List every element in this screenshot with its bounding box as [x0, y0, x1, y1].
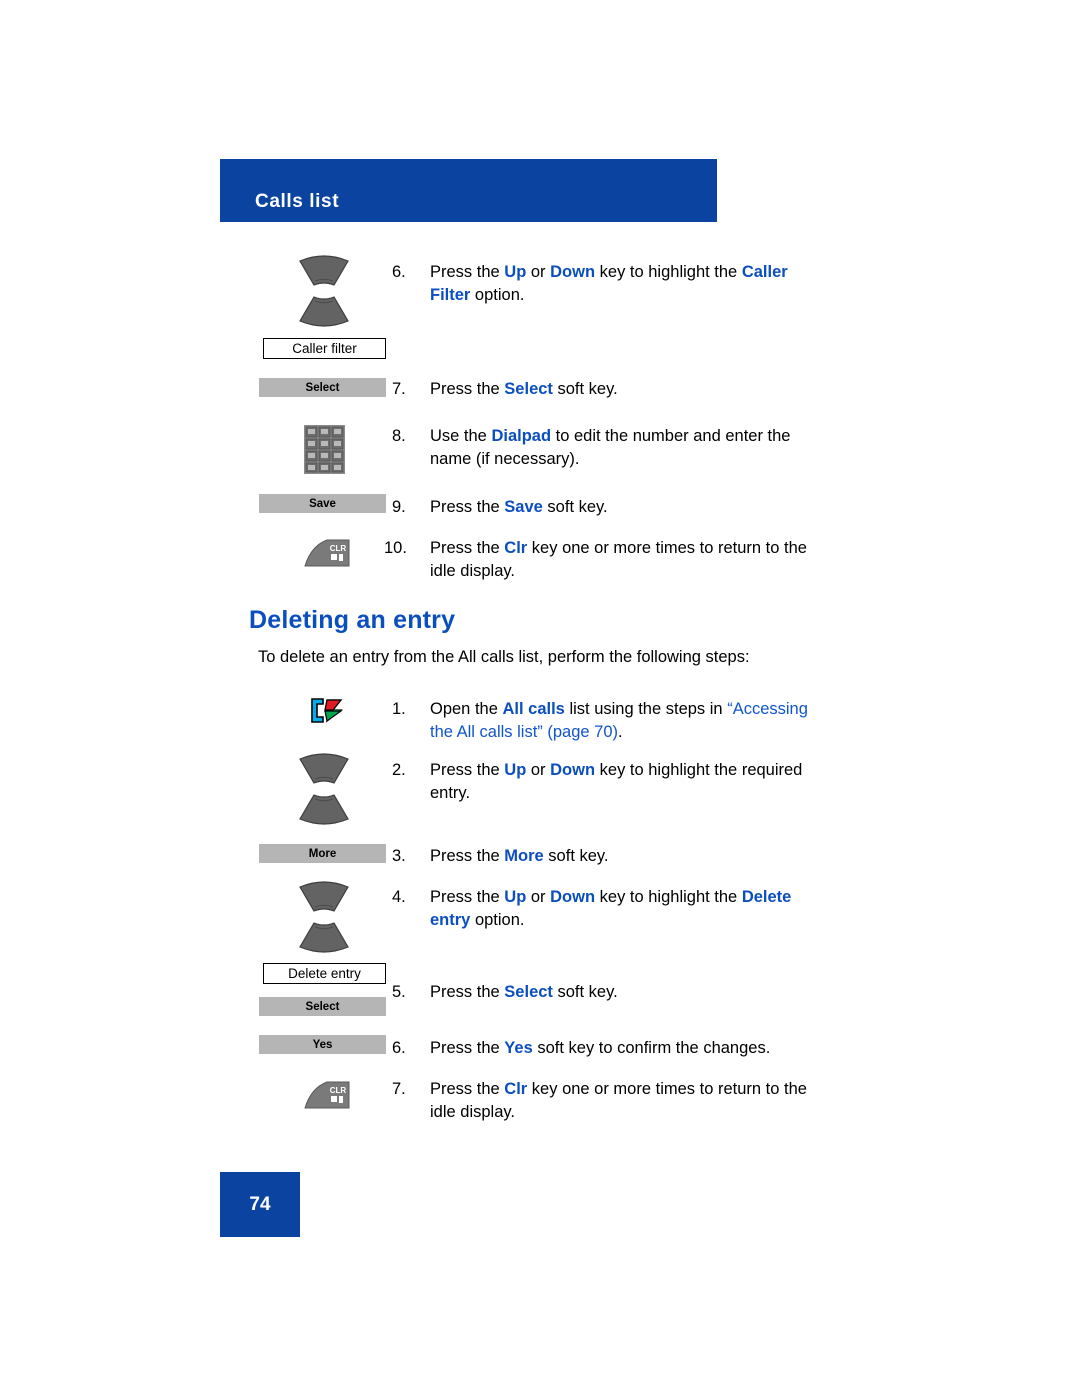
step-row: 6. Press the Yes soft key to confirm the… — [384, 1037, 834, 1060]
step-number: 4. — [392, 888, 406, 906]
step-text: Press the Up or Down key to highlight th… — [430, 888, 792, 929]
page-header-bar: Calls list — [220, 159, 717, 222]
clr-key-icon: CLR — [303, 1078, 353, 1110]
softkey-select-2[interactable]: Select — [259, 997, 386, 1016]
page-number: 74 — [249, 1193, 271, 1215]
all-calls-icon — [311, 698, 343, 723]
svg-text:CLR: CLR — [330, 544, 347, 553]
softkey-save-label: Save — [309, 497, 336, 510]
step-text: Press the Select soft key. — [430, 983, 618, 1001]
step-number: 9. — [392, 498, 406, 516]
step-text: Press the Clr key one or more times to r… — [430, 1080, 807, 1121]
step-row: 5. Press the Select soft key. — [384, 981, 824, 1004]
step-number: 6. — [392, 263, 406, 281]
step-number: 3. — [392, 847, 406, 865]
step-row: 7. Press the Select soft key. — [384, 378, 824, 401]
softkey-select[interactable]: Select — [259, 378, 386, 397]
step-row: 1. Open the All calls list using the ste… — [384, 698, 834, 744]
step-number: 1. — [392, 700, 406, 718]
dialpad-icon — [304, 425, 345, 474]
step-row: 6. Press the Up or Down key to highlight… — [384, 261, 824, 307]
step-text: Press the Clr key one or more times to r… — [430, 539, 807, 580]
clr-key-icon: CLR — [303, 536, 353, 568]
softkey-yes[interactable]: Yes — [259, 1035, 386, 1054]
step-row: 9. Press the Save soft key. — [384, 496, 824, 519]
page-content: Calls list Caller filter 6. Press the Up… — [0, 0, 1080, 1397]
step-number: 7. — [392, 1080, 406, 1098]
step-row: 3. Press the More soft key. — [384, 845, 824, 868]
step-text: Press the Yes soft key to confirm the ch… — [430, 1039, 771, 1057]
step-number: 5. — [392, 983, 406, 1001]
step-text: Press the More soft key. — [430, 847, 609, 865]
step-row: 8. Use the Dialpad to edit the number an… — [384, 425, 834, 471]
step-text: Press the Save soft key. — [430, 498, 608, 516]
step-row: 2. Press the Up or Down key to highlight… — [384, 759, 834, 805]
option-label-delete-entry: Delete entry — [263, 963, 386, 984]
step-text: Press the Up or Down key to highlight th… — [430, 761, 803, 802]
step-text: Open the All calls list using the steps … — [430, 700, 808, 741]
softkey-more[interactable]: More — [259, 844, 386, 863]
softkey-select-label: Select — [305, 381, 340, 394]
softkey-more-label: More — [308, 847, 337, 860]
step-row: 10. Press the Clr key one or more times … — [384, 537, 834, 583]
up-down-navigation-keys-icon — [296, 753, 352, 825]
svg-text:CLR: CLR — [330, 1086, 347, 1095]
page-header-title: Calls list — [255, 191, 340, 212]
step-number: 8. — [392, 427, 406, 445]
step-text: Press the Select soft key. — [430, 380, 618, 398]
up-down-navigation-keys-icon — [296, 881, 352, 953]
up-down-navigation-keys-icon — [296, 255, 352, 327]
step-number: 10. — [384, 539, 407, 557]
section-heading: Deleting an entry — [249, 606, 456, 634]
option-label-caller-filter-text: Caller filter — [292, 341, 357, 356]
section-intro-text: To delete an entry from the All calls li… — [258, 648, 750, 666]
step-text: Use the Dialpad to edit the number and e… — [430, 427, 791, 468]
step-text: Press the Up or Down key to highlight th… — [430, 263, 788, 304]
step-row: 7. Press the Clr key one or more times t… — [384, 1078, 834, 1124]
step-number: 7. — [392, 380, 406, 398]
step-number: 6. — [392, 1039, 406, 1057]
step-number: 2. — [392, 761, 406, 779]
step-row: 4. Press the Up or Down key to highlight… — [384, 886, 834, 932]
option-label-delete-entry-text: Delete entry — [288, 966, 361, 981]
option-label-caller-filter: Caller filter — [263, 338, 386, 359]
page-number-block: 74 — [220, 1172, 300, 1237]
softkey-yes-label: Yes — [312, 1038, 333, 1051]
softkey-select-2-label: Select — [305, 1000, 340, 1013]
softkey-save[interactable]: Save — [259, 494, 386, 513]
